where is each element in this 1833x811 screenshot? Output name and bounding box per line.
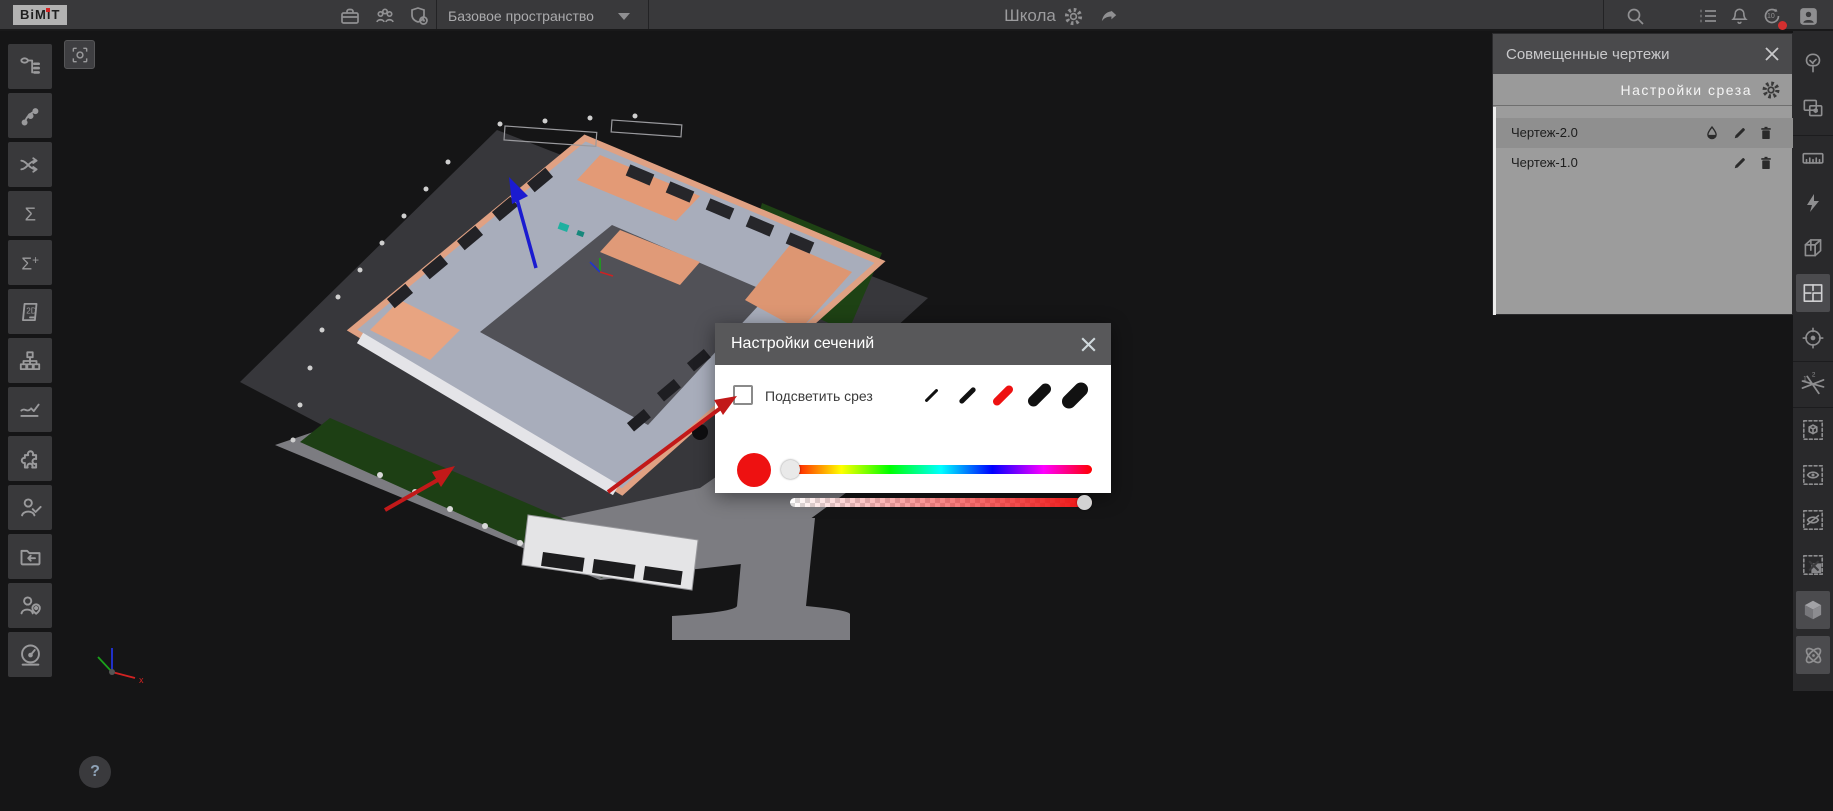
selected-color-preview[interactable] — [737, 453, 771, 487]
lightning-icon[interactable] — [1796, 184, 1830, 222]
dialog-title: Настройки сечений — [731, 335, 874, 353]
target-icon[interactable] — [1796, 319, 1830, 357]
tree-icon[interactable] — [1796, 44, 1830, 82]
floorplan-icon[interactable] — [1796, 274, 1830, 312]
section-lines-icon[interactable]: 12 — [1796, 365, 1830, 403]
history-count-label: 10 — [1767, 13, 1775, 20]
list-icon[interactable] — [1695, 3, 1721, 29]
svg-text:1: 1 — [1803, 376, 1807, 383]
dialog-body: Подсветить срез — [715, 365, 1111, 493]
cube-section-icon[interactable] — [1796, 229, 1830, 267]
drawing-label: Чертеж-2.0 — [1511, 125, 1578, 140]
eye-off-icon[interactable] — [1796, 501, 1830, 539]
highlight-slice-checkbox[interactable] — [733, 385, 753, 405]
fit-view-button[interactable] — [64, 40, 95, 69]
svg-text:+: + — [32, 253, 39, 267]
svg-text:Σ: Σ — [25, 203, 36, 224]
highlight-slice-label: Подсветить срез — [765, 388, 873, 404]
gear-icon[interactable] — [1060, 3, 1086, 29]
slice-settings-label[interactable]: Настройки среза — [1620, 82, 1752, 98]
panel-header: Совмещенные чертежи — [1493, 34, 1792, 74]
dialog-header[interactable]: Настройки сечений — [715, 323, 1111, 365]
drawing-label: Чертеж-1.0 — [1511, 155, 1578, 170]
line-width-option-3-selected[interactable] — [987, 377, 1019, 413]
gauge-icon[interactable] — [8, 632, 52, 677]
top-bar: BiMiT Базовое пространство Школа 10 — [0, 0, 1833, 31]
sum-icon[interactable]: Σ — [8, 191, 52, 236]
sum-add-icon[interactable]: Σ+ — [8, 240, 52, 285]
shuffle-icon[interactable] — [8, 142, 52, 187]
svg-text:Σ: Σ — [21, 253, 32, 273]
orbit-icon[interactable] — [1796, 636, 1830, 674]
overlap-frames-icon[interactable] — [1796, 89, 1830, 127]
topbar-divider — [436, 0, 437, 29]
opacity-slider-thumb[interactable] — [1077, 495, 1092, 510]
line-width-option-5[interactable] — [1059, 377, 1091, 413]
briefcase-icon[interactable] — [337, 3, 363, 29]
line-width-option-2[interactable] — [951, 377, 983, 413]
chart-check-icon[interactable] — [8, 387, 52, 432]
svg-text:2: 2 — [1812, 371, 1816, 378]
delete-icon[interactable] — [1757, 124, 1775, 142]
team-icon[interactable] — [372, 3, 398, 29]
axis-gizmo: x — [98, 648, 144, 685]
svg-text:2D: 2D — [26, 306, 37, 315]
topbar-divider — [648, 0, 649, 29]
line-width-option-4[interactable] — [1023, 377, 1055, 413]
cube-solid-icon[interactable] — [1796, 591, 1830, 629]
shield-clock-icon[interactable] — [406, 3, 432, 29]
gear-icon[interactable] — [1760, 79, 1782, 101]
hue-slider-thumb[interactable] — [781, 460, 800, 479]
fill-icon[interactable] — [1703, 124, 1721, 142]
ruler-icon[interactable] — [1796, 139, 1830, 177]
workspace-selector[interactable]: Базовое пространство — [448, 8, 594, 24]
history-icon[interactable]: 10 — [1759, 3, 1785, 29]
left-toolbar: Σ Σ+ 2D — [0, 31, 60, 811]
help-button[interactable]: ? — [79, 756, 111, 788]
fit-view-icon — [70, 45, 90, 65]
opacity-gradient — [790, 498, 1092, 507]
model-tree-icon[interactable] — [8, 44, 52, 89]
avatar-icon[interactable] — [1795, 3, 1821, 29]
clear-selection-icon[interactable] — [1796, 546, 1830, 584]
panel-subbar: Настройки среза — [1493, 74, 1792, 106]
combined-drawings-panel: Совмещенные чертежи Настройки среза Черт… — [1492, 33, 1793, 315]
close-icon[interactable] — [1078, 334, 1099, 355]
panel-title: Совмещенные чертежи — [1506, 46, 1669, 63]
logo-red-dot — [46, 8, 50, 12]
notification-badge — [1778, 21, 1787, 30]
section-settings-dialog: Настройки сечений Подсветить срез — [715, 323, 1111, 493]
help-label: ? — [90, 763, 100, 781]
edit-icon[interactable] — [1731, 124, 1749, 142]
drawing-row[interactable]: Чертеж-2.0 — [1496, 118, 1793, 148]
right-toolbar: 12 — [1793, 31, 1833, 691]
share-icon[interactable] — [1096, 3, 1122, 29]
bell-icon[interactable] — [1726, 3, 1752, 29]
line-width-option-1[interactable] — [915, 377, 947, 413]
hue-slider[interactable] — [790, 465, 1092, 474]
topbar-divider — [1603, 0, 1604, 29]
delete-icon[interactable] — [1757, 154, 1775, 172]
cube-dashed-icon[interactable] — [1796, 411, 1830, 449]
edit-icon[interactable] — [1731, 154, 1749, 172]
close-icon[interactable] — [1762, 44, 1782, 64]
folder-export-icon[interactable] — [8, 534, 52, 579]
user-check-icon[interactable] — [8, 485, 52, 530]
search-icon[interactable] — [1622, 3, 1648, 29]
sitemap-icon[interactable] — [8, 338, 52, 383]
chevron-down-icon[interactable] — [618, 13, 630, 20]
sheet-2d-icon[interactable]: 2D — [8, 289, 52, 334]
opacity-slider[interactable] — [790, 498, 1092, 507]
drawing-row[interactable]: Чертеж-1.0 — [1496, 148, 1793, 178]
svg-text:x: x — [139, 675, 144, 685]
logo-text: BiMiT — [20, 7, 60, 22]
branch-icon[interactable] — [8, 93, 52, 138]
user-location-icon[interactable] — [8, 583, 52, 628]
app-logo[interactable]: BiMiT — [13, 5, 67, 25]
eye-icon[interactable] — [1796, 456, 1830, 494]
plugin-icon[interactable] — [8, 436, 52, 481]
